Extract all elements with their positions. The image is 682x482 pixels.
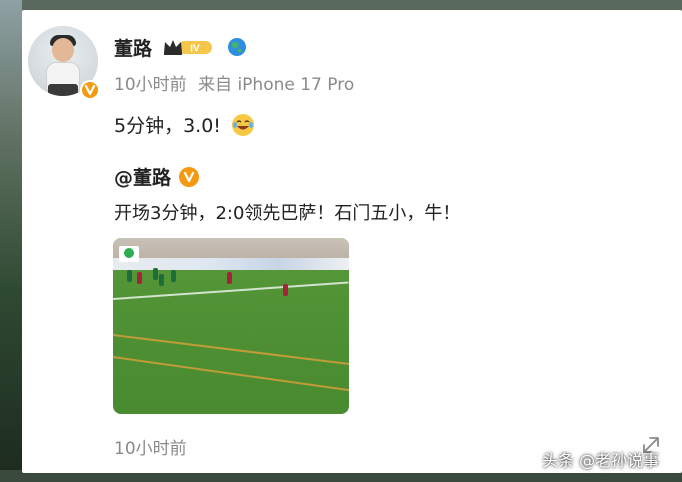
quoted-text: 开场3分钟，2:0领先巴萨！石门五小，牛！ — [114, 203, 461, 224]
field-line — [113, 281, 349, 300]
verified-v-icon — [80, 80, 100, 100]
avatar-face — [52, 38, 74, 62]
video-ad-board — [113, 258, 349, 270]
player — [283, 284, 288, 296]
post-time: 10小时前 — [114, 75, 187, 95]
video-thumbnail[interactable] — [113, 238, 349, 414]
player — [153, 268, 158, 280]
avatar-legs — [48, 84, 78, 96]
post-text-content: 5分钟，3.0! — [114, 115, 221, 137]
player — [227, 272, 232, 284]
background-video-left — [0, 0, 22, 482]
username[interactable]: 董路 — [114, 34, 152, 61]
player — [159, 274, 164, 286]
quoted-verified-v-icon — [179, 166, 200, 187]
post-meta: 10小时前 来自 iPhone 17 Pro — [114, 70, 360, 95]
watermark: 头条 @老孙说事 — [542, 451, 660, 470]
level-badge-label: IV — [190, 44, 200, 55]
laugh-cry-icon — [231, 113, 254, 136]
globe-icon — [228, 38, 246, 56]
quoted-username[interactable]: @董路 — [114, 163, 200, 190]
post-text: 5分钟，3.0! — [114, 111, 255, 138]
quoted-username-text[interactable]: @董路 — [114, 163, 171, 190]
video-logo-icon — [119, 246, 139, 262]
player — [127, 270, 132, 282]
field-line — [113, 356, 349, 395]
player — [171, 270, 176, 282]
weibo-post-card: 董路 IV 10小时前 来自 iPhone 17 Pro 5分钟，3.0! @董… — [22, 10, 682, 473]
footer-timestamp: 10小时前 — [114, 439, 187, 459]
post-source: 来自 iPhone 17 Pro — [198, 75, 355, 95]
player — [137, 272, 142, 284]
crown-level-badge-icon[interactable]: IV — [162, 37, 214, 57]
